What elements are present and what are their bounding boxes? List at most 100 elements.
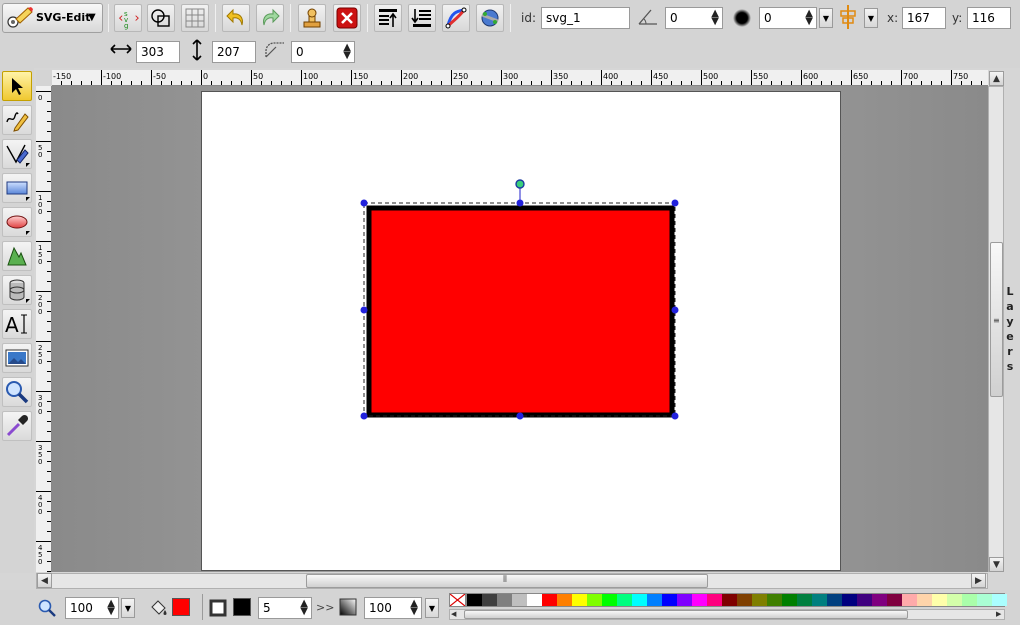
rect-tool-button[interactable] (2, 173, 32, 203)
fill-color-swatch[interactable] (172, 598, 190, 616)
arrow-right-icon[interactable]: ▶ (996, 610, 1001, 618)
scroll-left-button[interactable]: ◀ (37, 573, 52, 588)
palette-color-swatch[interactable] (782, 594, 797, 606)
zoom-dropdown-button[interactable]: ▼ (121, 598, 135, 618)
palette-color-swatch[interactable] (917, 594, 932, 606)
angle-stepper[interactable]: 0 ▲ ▼ (665, 7, 723, 29)
delete-button[interactable] (333, 4, 361, 32)
move-to-top-button[interactable] (374, 4, 402, 32)
palette-color-swatch[interactable] (707, 594, 722, 606)
palette-color-swatch[interactable] (962, 594, 977, 606)
opacity-dropdown-button[interactable]: ▼ (425, 598, 439, 618)
stepper-arrows-icon[interactable]: ▲ ▼ (805, 9, 813, 27)
text-tool-button[interactable]: A (2, 309, 32, 339)
select-tool-button[interactable] (2, 71, 32, 101)
zoom-tool-button[interactable] (2, 377, 32, 407)
palette-color-swatch[interactable] (512, 594, 527, 606)
redo-button[interactable] (256, 4, 284, 32)
palette-color-swatch[interactable] (992, 594, 1007, 606)
stroke-width-stepper[interactable]: 5 ▲ ▼ (258, 597, 312, 619)
blur-dropdown-button[interactable]: ▼ (819, 8, 833, 28)
opacity-stepper[interactable]: 100 ▲ ▼ (364, 597, 422, 619)
palette-color-swatch[interactable] (632, 594, 647, 606)
resize-handle-n[interactable] (516, 199, 524, 207)
y-position-input[interactable] (967, 7, 1011, 29)
palette-color-swatch[interactable] (842, 594, 857, 606)
scroll-down-button[interactable]: ▼ (989, 557, 1004, 572)
resize-handle-se[interactable] (671, 412, 679, 420)
corner-radius-stepper[interactable]: 0 ▲ ▼ (291, 41, 355, 63)
ellipse-tool-button[interactable] (2, 207, 32, 237)
stepper-arrows-icon[interactable]: ▲ ▼ (711, 9, 719, 27)
wireframe-button[interactable] (147, 4, 175, 32)
path-tool-button[interactable] (2, 139, 32, 169)
image-tool-button[interactable] (2, 343, 32, 373)
stepper-arrows-icon[interactable]: ▲ ▼ (300, 599, 308, 617)
resize-handle-w[interactable] (360, 306, 368, 314)
palette-color-swatch[interactable] (872, 594, 887, 606)
palette-color-swatch[interactable] (617, 594, 632, 606)
palette-color-swatch[interactable] (812, 594, 827, 606)
main-menu-button[interactable]: SVG-Edit ▼ (2, 3, 103, 33)
palette-color-swatch[interactable] (557, 594, 572, 606)
horizontal-scroll-thumb[interactable]: ⦀ (306, 574, 708, 588)
arrow-left-icon[interactable]: ◀ (451, 610, 456, 618)
scroll-up-button[interactable]: ▲ (989, 71, 1004, 86)
convert-to-path-button[interactable] (442, 4, 470, 32)
palette-color-swatch[interactable] (722, 594, 737, 606)
palette-color-swatch[interactable] (977, 594, 992, 606)
element-id-input[interactable] (541, 7, 630, 29)
resize-handle-ne[interactable] (671, 199, 679, 207)
palette-color-swatch[interactable] (677, 594, 692, 606)
palette-color-swatch[interactable] (737, 594, 752, 606)
clone-button[interactable] (298, 4, 326, 32)
palette-color-swatch[interactable] (767, 594, 782, 606)
height-input[interactable] (212, 41, 256, 63)
palette-color-swatch[interactable] (497, 594, 512, 606)
layers-panel-tab[interactable]: Layers (1003, 285, 1017, 375)
more-stroke-options-button[interactable]: >> (316, 601, 334, 614)
zoom-stepper[interactable]: 100 ▲ ▼ (65, 597, 119, 619)
palette-scroll-thumb[interactable] (464, 610, 908, 619)
workarea[interactable] (52, 86, 988, 572)
eyedropper-tool-button[interactable] (2, 411, 32, 441)
no-color-swatch[interactable] (449, 593, 466, 607)
palette-color-swatch[interactable] (887, 594, 902, 606)
x-position-input[interactable] (902, 7, 946, 29)
drawing-canvas[interactable] (202, 92, 842, 572)
palette-color-swatch[interactable] (482, 594, 497, 606)
stepper-arrows-icon[interactable]: ▲ ▼ (343, 43, 351, 61)
stroke-color-swatch[interactable] (233, 598, 251, 616)
reorient-path-button[interactable] (476, 4, 504, 32)
source-editor-button[interactable]: ‹ › s v g (114, 4, 142, 32)
move-to-bottom-button[interactable] (408, 4, 436, 32)
align-dropdown-button[interactable]: ▼ (864, 8, 878, 28)
palette-color-swatch[interactable] (902, 594, 917, 606)
shapelib-tool-button[interactable] (2, 275, 32, 305)
polygon-tool-button[interactable] (2, 241, 32, 271)
resize-handle-e[interactable] (671, 306, 679, 314)
blur-stepper[interactable]: 0 ▲ ▼ (759, 7, 817, 29)
palette-color-swatch[interactable] (662, 594, 677, 606)
grid-toggle-button[interactable] (181, 4, 209, 32)
palette-color-swatch[interactable] (542, 594, 557, 606)
resize-handle-s[interactable] (516, 412, 524, 420)
undo-button[interactable] (222, 4, 250, 32)
canvas-page[interactable] (201, 91, 841, 571)
palette-color-swatch[interactable] (602, 594, 617, 606)
pencil-tool-button[interactable] (2, 105, 32, 135)
width-input[interactable] (136, 41, 180, 63)
palette-color-swatch[interactable] (797, 594, 812, 606)
palette-color-swatch[interactable] (857, 594, 872, 606)
stepper-arrows-icon[interactable]: ▲ ▼ (410, 599, 418, 617)
resize-handle-nw[interactable] (360, 199, 368, 207)
palette-color-swatch[interactable] (647, 594, 662, 606)
palette-color-swatch[interactable] (947, 594, 962, 606)
palette-color-swatch[interactable] (827, 594, 842, 606)
scroll-right-button[interactable]: ▶ (971, 573, 986, 588)
palette-color-swatch[interactable] (932, 594, 947, 606)
palette-color-swatch[interactable] (572, 594, 587, 606)
resize-handle-sw[interactable] (360, 412, 368, 420)
palette-color-swatch[interactable] (467, 594, 482, 606)
palette-color-swatch[interactable] (587, 594, 602, 606)
